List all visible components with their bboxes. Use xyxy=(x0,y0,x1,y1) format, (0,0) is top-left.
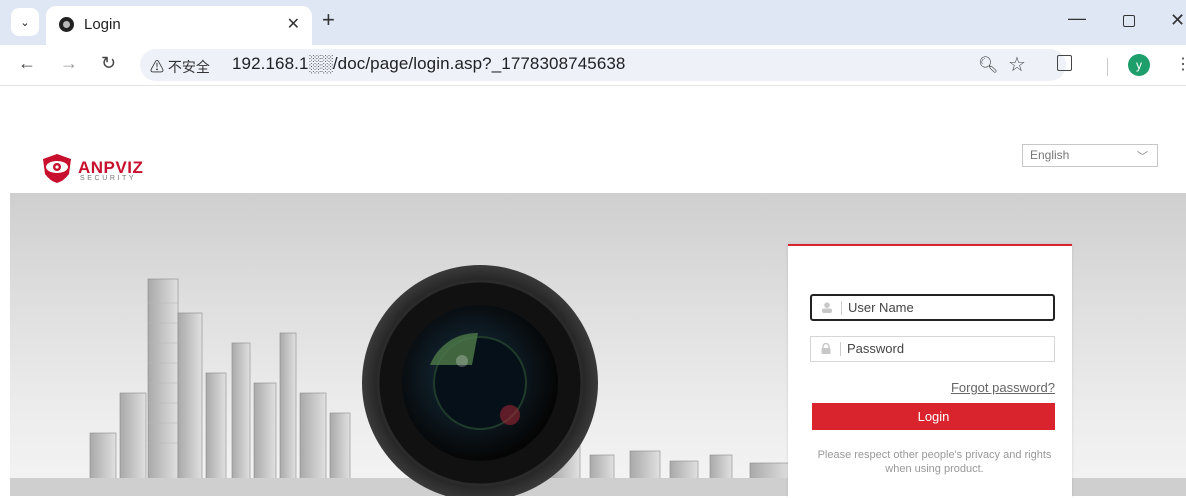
field-divider xyxy=(841,301,842,315)
login-panel: Forgot password? Login Please respect ot… xyxy=(788,244,1072,498)
minimize-window-button[interactable]: — xyxy=(1068,8,1086,29)
language-select[interactable]: English ﹀ xyxy=(1022,144,1158,167)
login-button[interactable]: Login xyxy=(812,403,1055,430)
profile-avatar[interactable]: y xyxy=(1128,54,1150,76)
reload-icon[interactable]: ↻ xyxy=(101,53,116,74)
camera-favicon-icon xyxy=(59,17,74,32)
shield-eye-icon xyxy=(43,154,71,183)
lock-icon xyxy=(821,343,831,354)
chevron-down-icon: ﹀ xyxy=(1137,151,1148,163)
menu-kebab-icon[interactable]: ⋮ xyxy=(1175,54,1186,74)
username-input[interactable] xyxy=(848,298,1043,316)
language-selected: English xyxy=(1030,148,1070,162)
username-field[interactable] xyxy=(810,294,1055,321)
not-secure-indicator[interactable]: ⚠ 不安全 xyxy=(150,57,210,77)
bookmark-star-icon[interactable]: ☆ xyxy=(1008,52,1026,77)
new-tab-button[interactable]: + xyxy=(322,8,335,32)
browser-toolbar: ← → ↻ ⚠ 不安全 192.168.1░░/doc/page/login.a… xyxy=(0,45,1186,86)
field-divider xyxy=(840,342,841,356)
extensions-puzzle-icon[interactable] xyxy=(1057,55,1072,71)
privacy-notice: Please respect other people's privacy an… xyxy=(817,449,1052,475)
anpviz-logo: ANPVIZ SECURITY xyxy=(40,152,160,186)
chevron-down-icon: ⌄ xyxy=(20,16,30,29)
zoom-icon[interactable]: 🔍︎ xyxy=(978,55,998,75)
password-input[interactable] xyxy=(847,339,1042,357)
user-icon xyxy=(822,302,832,313)
address-bar[interactable]: ⚠ 不安全 192.168.1░░/doc/page/login.asp?_17… xyxy=(140,49,1066,81)
password-field[interactable] xyxy=(810,336,1055,362)
logo-subtitle: SECURITY xyxy=(80,175,137,182)
close-window-button[interactable]: ✕ xyxy=(1170,10,1185,31)
url-text[interactable]: 192.168.1░░/doc/page/login.asp?_17783087… xyxy=(232,54,625,74)
close-tab-icon[interactable]: ✕ xyxy=(287,14,300,34)
toolbar-divider xyxy=(1107,58,1108,76)
forward-arrow-icon[interactable]: → xyxy=(60,53,78,74)
browser-tab[interactable]: Login ✕ xyxy=(46,6,312,45)
browser-tab-strip: ⌄ Login ✕ + — ✕ xyxy=(0,0,1186,45)
maximize-window-button[interactable] xyxy=(1123,15,1135,27)
tab-search-button[interactable]: ⌄ xyxy=(11,8,39,36)
back-arrow-icon[interactable]: ← xyxy=(18,53,36,74)
forgot-password-link[interactable]: Forgot password? xyxy=(951,380,1055,395)
tab-title: Login xyxy=(84,16,121,33)
